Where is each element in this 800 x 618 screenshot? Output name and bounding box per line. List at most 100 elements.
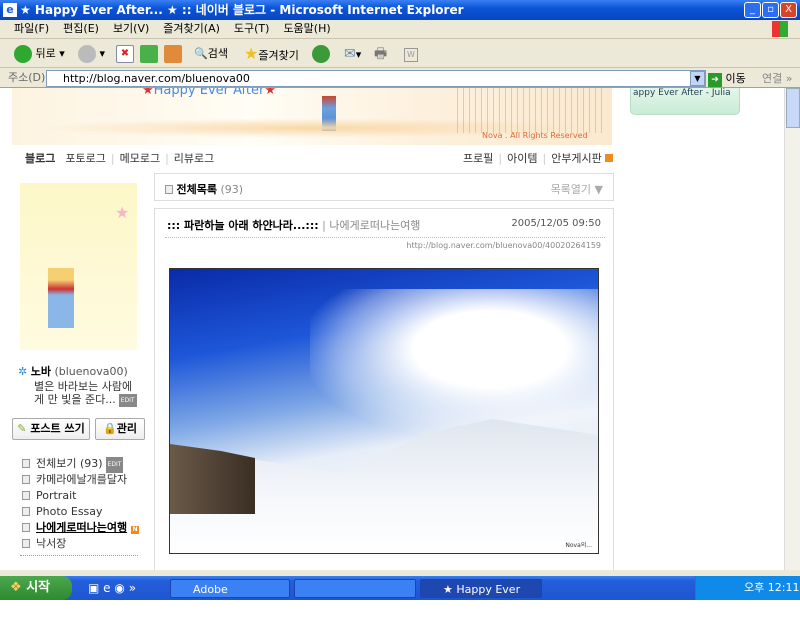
doc-icon xyxy=(22,491,30,500)
music-widget[interactable]: appy Ever After - Julia xyxy=(630,88,740,115)
task-ie[interactable]: ★ Happy Ever Aft... xyxy=(420,579,542,615)
task-label: Adobe Photoshop xyxy=(193,583,251,615)
scroll-thumb[interactable] xyxy=(786,88,800,128)
menu-view[interactable]: 보기(V) xyxy=(113,22,149,35)
print-button[interactable]: 🖶 xyxy=(374,44,387,64)
nav-profile[interactable]: 프로필 xyxy=(463,152,493,165)
nav-memolog[interactable]: 메모로그 xyxy=(120,152,160,165)
edit-badge[interactable]: EDIT xyxy=(118,394,137,407)
new-badge: N xyxy=(131,526,140,534)
clouds xyxy=(310,289,598,439)
post-photo: Nova의... xyxy=(169,268,599,554)
favorites-label: 즐겨찾기 xyxy=(258,49,299,62)
nova-avatar-icon: ✲ xyxy=(18,365,28,378)
post-category[interactable]: 나에게로떠나는여행 xyxy=(329,219,420,232)
prince-figure xyxy=(48,268,74,328)
go-label: 이동 xyxy=(725,72,746,85)
mail-icon: ✉ xyxy=(344,46,356,62)
nav-blog[interactable]: 블로그 xyxy=(25,152,55,165)
nav-guestbook[interactable]: 안부게시판 xyxy=(551,152,602,165)
back-button[interactable]: 뒤로 ▾ xyxy=(14,44,65,64)
user-id: (bluenova00) xyxy=(54,365,128,378)
category-count: (93) xyxy=(79,457,103,470)
address-input[interactable]: http://blog.naver.com/bluenova00 xyxy=(46,70,706,87)
printer-icon: 🖶 xyxy=(374,46,388,62)
address-dropdown-button[interactable]: ▼ xyxy=(690,71,705,86)
profile-desc: 별은 바라보는 사람에게 만 빛을 준다... EDIT xyxy=(34,380,139,407)
vertical-scrollbar[interactable] xyxy=(784,88,800,570)
category-travel[interactable]: 나에게로떠나는여행 N xyxy=(22,520,140,536)
banner-trees xyxy=(452,88,602,133)
category-portrait[interactable]: Portrait xyxy=(22,488,76,504)
doc-icon xyxy=(22,539,30,548)
home-button[interactable] xyxy=(164,44,182,64)
forward-arrow-icon xyxy=(78,45,96,63)
nav-items[interactable]: 아이템 xyxy=(507,152,537,165)
refresh-button[interactable] xyxy=(140,44,158,64)
stop-button[interactable]: ✖ xyxy=(116,44,134,64)
mail-button[interactable]: ✉▾ xyxy=(344,44,361,64)
history-button[interactable] xyxy=(312,44,330,64)
category-label: Portrait xyxy=(36,489,77,502)
menu-edit[interactable]: 편집(E) xyxy=(63,22,99,35)
menu-file[interactable]: 파일(F) xyxy=(14,22,49,35)
task-label: ★ Happy Ever Aft... xyxy=(443,583,521,615)
banner-copyright: Nova . All Rights Reserved xyxy=(482,131,588,140)
stop-icon: ✖ xyxy=(116,45,134,63)
quick-launch[interactable]: ▣ e ◉ » xyxy=(88,581,136,595)
category-label: Photo Essay xyxy=(36,505,103,518)
close-button[interactable]: X xyxy=(780,2,797,18)
nav-photolog[interactable]: 포토로그 xyxy=(65,152,105,165)
go-button[interactable]: ➔ 이동 xyxy=(708,71,746,87)
doc-icon xyxy=(22,459,30,468)
links-button[interactable]: 연결 » xyxy=(762,71,792,86)
hut xyxy=(170,444,255,514)
desktop-icon[interactable]: ▣ xyxy=(88,581,99,595)
favorites-button[interactable]: ★즐겨찾기 xyxy=(244,44,299,64)
window-title: ★ Happy Ever After... ★ :: 네이버 블로그 - Mic… xyxy=(20,3,464,17)
search-button[interactable]: 🔍검색 xyxy=(194,44,228,64)
widget-text: appy Ever After - Julia xyxy=(633,88,731,98)
category-camera[interactable]: 카메라에날개를달자 xyxy=(22,472,127,488)
menu-tools[interactable]: 도구(T) xyxy=(234,22,270,35)
blog-nav: 블로그 포토로그 | 메모로그 | 리뷰로그 xyxy=(25,152,215,165)
edit-button[interactable]: W xyxy=(404,44,418,64)
open-list-button[interactable]: 목록열기 ▼ xyxy=(551,181,603,197)
task-blank[interactable] xyxy=(294,579,416,598)
menu-help[interactable]: 도움말(H) xyxy=(283,22,330,35)
clock[interactable]: 오후 12:11 xyxy=(744,581,799,594)
page-content: ★Happy Ever After★ Nova . All Rights Res… xyxy=(0,88,784,570)
post-header: ::: 파란하늘 아래 하얀나라...::: | 나에게로떠나는여행 xyxy=(167,219,421,232)
manage-label: 관리 xyxy=(116,422,137,435)
edit-badge[interactable]: EDIT xyxy=(105,457,124,473)
manage-button[interactable]: 🔒관리 xyxy=(95,418,145,440)
menu-favorites[interactable]: 즐겨찾기(A) xyxy=(163,22,220,35)
minimize-button[interactable]: _ xyxy=(744,2,761,18)
post-title[interactable]: ::: 파란하늘 아래 하얀나라...::: xyxy=(167,219,319,232)
banner-title: ★Happy Ever After★ xyxy=(142,88,276,98)
write-post-button[interactable]: ✎ 포스트 쓰기 xyxy=(12,418,90,440)
pencil-icon: ✎ xyxy=(17,422,27,435)
star-icon: ★ xyxy=(244,44,259,63)
maximize-button[interactable]: ▫ xyxy=(762,2,779,18)
category-all[interactable]: 전체보기 (93) EDIT xyxy=(22,456,124,473)
links-label: 연결 xyxy=(762,72,783,85)
category-label: 나에게로떠나는여행 xyxy=(36,521,128,534)
nickname: 노바 xyxy=(30,365,51,378)
profile-name: ✲ 노바 (bluenova00) xyxy=(18,363,128,379)
ie-icon[interactable]: e xyxy=(103,581,110,595)
nav-reviewlog[interactable]: 리뷰로그 xyxy=(174,152,214,165)
post-permalink[interactable]: http://blog.naver.com/bluenova00/4002026… xyxy=(406,241,601,250)
banner-title-text: Happy Ever After xyxy=(153,88,265,98)
title-bar: ★ Happy Ever After... ★ :: 네이버 블로그 - Mic… xyxy=(0,0,800,20)
start-button[interactable]: ❖ 시작 xyxy=(0,576,72,600)
doc-icon xyxy=(22,507,30,516)
category-guestbook[interactable]: 낙서장 xyxy=(22,536,66,552)
media-icon[interactable]: ◉ xyxy=(114,581,124,595)
forward-button[interactable]: ▾ xyxy=(78,44,105,64)
home-icon xyxy=(164,45,182,63)
menu-bar: 파일(F) 편집(E) 보기(V) 즐겨찾기(A) 도구(T) 도움말(H) xyxy=(0,20,800,39)
category-photo-essay[interactable]: Photo Essay xyxy=(22,504,103,520)
list-title: 전체목록 (93) xyxy=(165,181,243,197)
task-photoshop[interactable]: Adobe Photoshop xyxy=(170,579,290,615)
